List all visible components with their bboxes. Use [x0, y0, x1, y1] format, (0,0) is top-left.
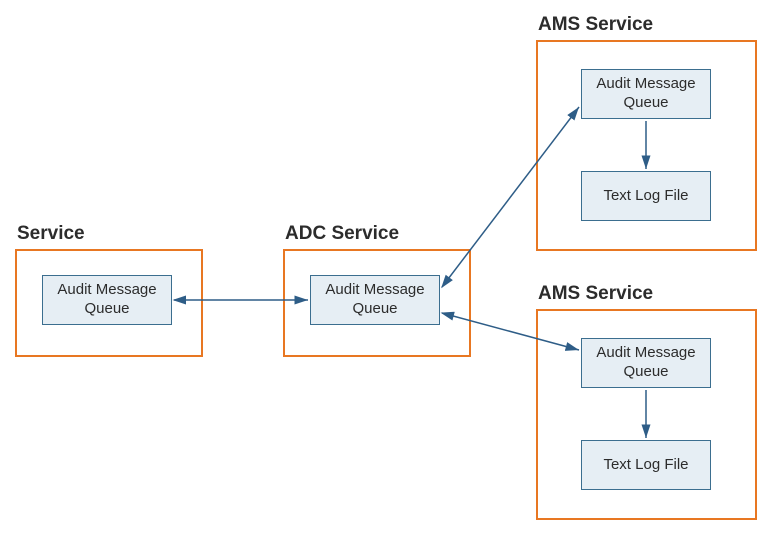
adc-service-group-title: ADC Service — [285, 223, 399, 245]
ams2-service-group-title: AMS Service — [538, 283, 653, 305]
ams2-amq-label: Audit Message Queue — [586, 344, 706, 382]
service-amq-label: Audit Message Queue — [47, 281, 167, 319]
ams2-amq-node: Audit Message Queue — [581, 338, 711, 388]
service-amq-node: Audit Message Queue — [42, 275, 172, 325]
ams2-tlf-label: Text Log File — [603, 456, 688, 475]
ams1-amq-node: Audit Message Queue — [581, 69, 711, 119]
ams1-amq-label: Audit Message Queue — [586, 75, 706, 113]
ams1-tlf-label: Text Log File — [603, 187, 688, 206]
ams2-tlf-node: Text Log File — [581, 440, 711, 490]
adc-amq-label: Audit Message Queue — [315, 281, 435, 319]
service-group-title: Service — [17, 223, 85, 245]
adc-amq-node: Audit Message Queue — [310, 275, 440, 325]
ams1-service-group-title: AMS Service — [538, 14, 653, 36]
ams1-tlf-node: Text Log File — [581, 171, 711, 221]
